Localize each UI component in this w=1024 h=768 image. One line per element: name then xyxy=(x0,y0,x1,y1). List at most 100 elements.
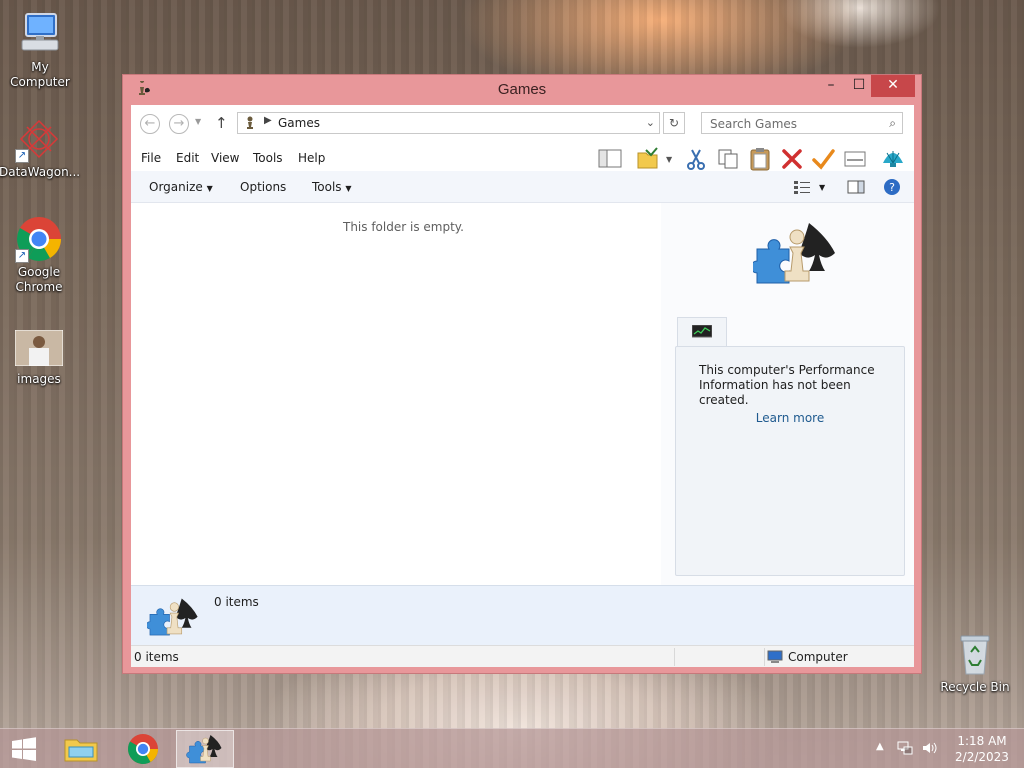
options-button[interactable]: Options xyxy=(240,180,286,194)
close-button[interactable]: ✕ xyxy=(871,75,915,97)
network-icon[interactable] xyxy=(897,740,913,759)
empty-folder-message: This folder is empty. xyxy=(343,220,464,234)
forward-button[interactable]: → xyxy=(169,114,189,134)
recent-locations-dropdown[interactable]: ▼ xyxy=(195,117,201,126)
status-divider xyxy=(764,648,765,666)
view-list-icon xyxy=(794,181,810,194)
change-view-button[interactable] xyxy=(793,179,811,198)
menu-tools[interactable]: Tools xyxy=(253,151,283,165)
minimize-button[interactable]: – xyxy=(817,75,845,97)
preview-pane-button[interactable] xyxy=(847,179,865,198)
games-details-icon xyxy=(145,596,203,640)
up-arrow-icon: ↑ xyxy=(215,114,228,132)
desktop-icon-label: DataWagon... xyxy=(0,165,81,179)
copy-icon[interactable] xyxy=(716,147,740,171)
window-title: Games xyxy=(497,81,547,98)
address-toolbar: ← → ▼ ↑ ▶ Games ⌄ ↻ Search Games ⌕ xyxy=(131,105,914,141)
file-explorer-icon xyxy=(64,739,98,762)
cut-icon[interactable] xyxy=(684,147,708,171)
performance-tab[interactable] xyxy=(677,317,727,347)
address-field[interactable]: ▶ Games ⌄ xyxy=(237,112,660,134)
performance-info-text: This computer's Performance Information … xyxy=(699,363,875,407)
title-bar[interactable]: Games – ☐ ✕ xyxy=(123,75,921,105)
taskbar-chrome[interactable] xyxy=(114,730,172,768)
desktop-icon-my-computer[interactable]: My Computer xyxy=(0,10,80,90)
menu-help[interactable]: Help xyxy=(298,151,325,165)
organize-button[interactable]: Organize ▼ xyxy=(149,180,213,194)
desktop-icon-label: Recycle Bin xyxy=(940,680,1010,694)
desktop-icon-images[interactable]: images xyxy=(0,329,79,387)
view-options-dropdown-icon[interactable]: ▼ xyxy=(819,183,825,192)
search-icon[interactable]: ⌕ xyxy=(889,116,896,131)
games-preview-pane: This computer's Performance Information … xyxy=(661,203,914,585)
taskbar: ▲ 1:18 AM 2/2/2023 xyxy=(0,728,1024,768)
menu-file[interactable]: File xyxy=(141,151,161,165)
preview-pane-toggle-icon[interactable] xyxy=(598,147,622,171)
preview-pane-icon xyxy=(847,180,865,194)
search-placeholder: Search Games xyxy=(710,117,798,131)
games-explorer-icon xyxy=(750,219,843,291)
status-location: Computer xyxy=(788,650,848,664)
status-bar: 0 items Computer xyxy=(131,645,914,667)
desktop-icon-recycle-bin[interactable]: Recycle Bin xyxy=(935,630,1015,695)
explorer-window: Games – ☐ ✕ ← → ▼ ↑ ▶ Games ⌄ ↻ Search G… xyxy=(122,74,922,674)
desktop-icon-label: My Computer xyxy=(10,60,70,89)
shortcut-arrow-icon: ↗ xyxy=(15,249,29,263)
shell-icon[interactable] xyxy=(881,147,905,171)
desktop-icon-google-chrome[interactable]: ↗ Google Chrome xyxy=(0,215,79,295)
tools-label: Tools xyxy=(312,180,342,194)
system-clock[interactable]: 1:18 AM 2/2/2023 xyxy=(950,733,1014,765)
recycle-bin-icon xyxy=(951,630,999,678)
chevron-down-icon: ▼ xyxy=(206,184,213,193)
refresh-button[interactable]: ↻ xyxy=(663,112,685,134)
performance-monitor-icon xyxy=(691,324,713,342)
games-icon xyxy=(186,735,222,764)
command-bar: Organize ▼ Options Tools ▼ ▼ ? xyxy=(131,171,914,203)
properties-window-icon[interactable] xyxy=(843,147,867,171)
back-arrow-icon: ← xyxy=(144,116,156,131)
volume-icon[interactable] xyxy=(921,740,937,759)
taskbar-file-explorer[interactable] xyxy=(52,730,110,768)
up-button[interactable]: ↑ xyxy=(215,114,228,132)
games-folder-icon xyxy=(242,115,258,134)
computer-icon xyxy=(16,10,64,58)
status-divider xyxy=(674,648,675,666)
refresh-icon: ↻ xyxy=(668,116,680,130)
details-item-count: 0 items xyxy=(214,595,259,609)
delete-icon[interactable] xyxy=(780,147,804,171)
menu-edit[interactable]: Edit xyxy=(176,151,199,165)
tools-button[interactable]: Tools ▼ xyxy=(312,180,352,194)
help-button[interactable]: ? xyxy=(883,178,901,199)
status-item-count: 0 items xyxy=(134,650,179,664)
back-button[interactable]: ← xyxy=(140,114,160,134)
show-hidden-icons-icon[interactable]: ▲ xyxy=(876,741,884,752)
menu-view[interactable]: View xyxy=(211,151,239,165)
help-icon: ? xyxy=(884,179,900,195)
learn-more-link[interactable]: Learn more xyxy=(676,411,904,425)
svg-text:?: ? xyxy=(889,181,895,194)
details-pane: 0 items xyxy=(131,585,914,645)
computer-status-icon xyxy=(767,650,783,667)
datawagon-icon: ↗ xyxy=(15,115,63,163)
shortcut-arrow-icon: ↗ xyxy=(15,149,29,163)
check-icon[interactable] xyxy=(811,147,835,171)
paste-icon[interactable] xyxy=(748,147,772,171)
start-button[interactable] xyxy=(0,730,48,768)
folder-options-dropdown-icon[interactable]: ▼ xyxy=(666,155,672,164)
folder-properties-icon[interactable] xyxy=(636,147,660,171)
breadcrumb-games[interactable]: Games xyxy=(278,116,320,130)
search-box[interactable]: Search Games ⌕ xyxy=(701,112,903,134)
address-dropdown-icon[interactable]: ⌄ xyxy=(646,116,655,129)
chevron-down-icon: ▼ xyxy=(345,184,352,193)
performance-info-panel: This computer's Performance Information … xyxy=(675,346,905,576)
desktop-icon-label: images xyxy=(17,372,61,386)
window-client-area: ← → ▼ ↑ ▶ Games ⌄ ↻ Search Games ⌕ File … xyxy=(131,105,914,667)
file-list-pane[interactable]: This folder is empty. xyxy=(131,203,661,585)
taskbar-games[interactable] xyxy=(176,730,234,768)
organize-label: Organize xyxy=(149,180,203,194)
menu-bar: File Edit View Tools Help ▼ xyxy=(131,141,914,171)
desktop-icon-datawagon[interactable]: ↗ DataWagon... xyxy=(0,115,81,180)
breadcrumb-separator-icon[interactable]: ▶ xyxy=(264,115,272,126)
image-thumbnail-icon xyxy=(14,329,64,367)
maximize-button[interactable]: ☐ xyxy=(845,75,873,97)
